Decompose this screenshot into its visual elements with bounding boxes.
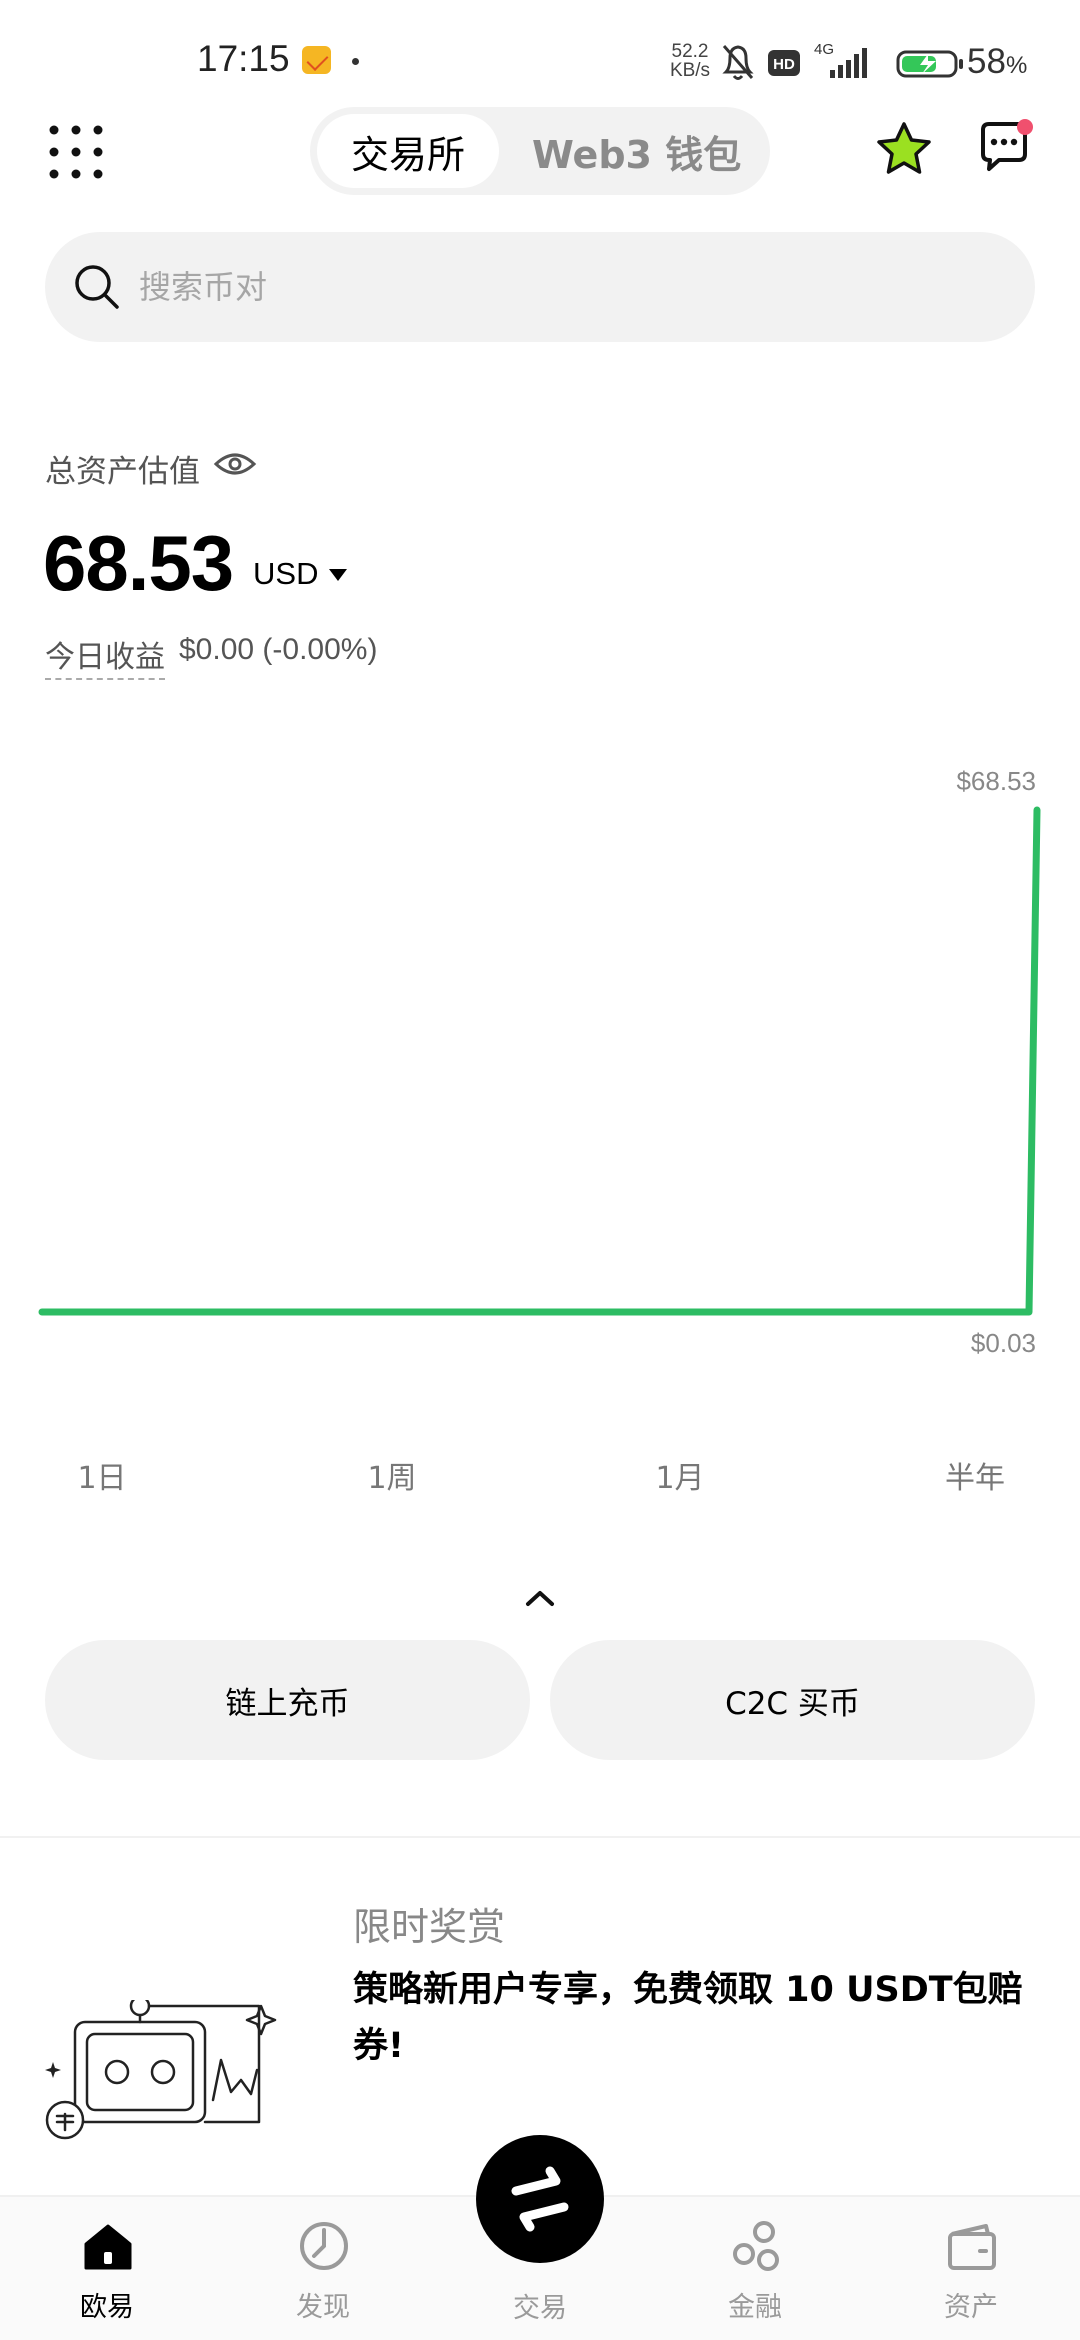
- chart-min-label: $0.03: [970, 1328, 1036, 1358]
- mode-switcher: 交易所 Web3 钱包: [310, 107, 770, 195]
- signal-icon: 4G: [814, 41, 867, 78]
- divider: [0, 1836, 1080, 1838]
- promo-description[interactable]: 策略新用户专享，免费领取 10 USDT包赔券!: [353, 1962, 1043, 2074]
- mail-notification-icon: [302, 46, 331, 74]
- range-tab-1d[interactable]: 1日: [45, 1430, 159, 1520]
- hd-icon: HD: [768, 50, 800, 76]
- battery-level: 58%: [967, 42, 1027, 82]
- wallet-icon: [948, 2224, 996, 2270]
- notification-badge: [1017, 119, 1033, 135]
- today-pnl-value: $0.00 (-0.00%): [179, 633, 378, 666]
- total-assets-label: 总资产估值: [45, 454, 200, 490]
- currency-selector[interactable]: USD: [253, 556, 318, 592]
- svg-text:4G: 4G: [814, 41, 834, 58]
- status-time: 17:15: [197, 38, 290, 79]
- nav-label-trade[interactable]: 交易: [465, 2286, 615, 2325]
- range-tab-1w[interactable]: 1周: [335, 1430, 449, 1520]
- swap-icon: [511, 2166, 569, 2232]
- nav-item-finance[interactable]: 金融: [680, 2220, 830, 2330]
- time-range-tabs: 1日 1周 1月 半年: [45, 1430, 1035, 1520]
- promo-illustration[interactable]: [45, 2000, 315, 2160]
- more-notifications-dot-icon: [352, 58, 359, 65]
- battery-level-value: 58: [967, 42, 1006, 81]
- svg-text:HD: HD: [773, 56, 795, 73]
- search-bar[interactable]: [45, 232, 1035, 342]
- range-tab-1m[interactable]: 1月: [623, 1430, 737, 1520]
- status-icons: HD 4G: [722, 41, 963, 80]
- nav-label-home: 欧易: [80, 2292, 134, 2323]
- onchain-deposit-button[interactable]: 链上充币: [45, 1640, 530, 1760]
- home-icon: [84, 2224, 132, 2270]
- nav-item-home[interactable]: 欧易: [32, 2220, 182, 2330]
- chart-series-line: [38, 806, 1041, 1316]
- nav-label-discover: 发现: [296, 2292, 350, 2323]
- tab-web3-wallet[interactable]: Web3 钱包: [532, 107, 741, 195]
- promo-title: 限时奖赏: [353, 1905, 506, 1949]
- nav-label-finance: 金融: [728, 2292, 782, 2323]
- network-speed-value: 52.2: [671, 41, 709, 62]
- network-speed: 52.2 KB/s: [668, 42, 712, 80]
- search-icon: [75, 265, 119, 309]
- trade-button[interactable]: [476, 2135, 604, 2263]
- range-tab-6m[interactable]: 半年: [915, 1430, 1035, 1520]
- apps-grid-icon[interactable]: [49, 125, 103, 179]
- caret-down-icon[interactable]: [329, 569, 347, 581]
- battery-level-unit: %: [1005, 52, 1028, 79]
- messages-icon[interactable]: [975, 118, 1033, 176]
- network-speed-unit: KB/s: [669, 60, 711, 81]
- status-bar: 17:15 52.2 KB/s HD 4G 58%: [0, 0, 1080, 110]
- mute-bell-icon: [722, 45, 754, 80]
- search-input[interactable]: [139, 232, 999, 342]
- battery-icon: [896, 50, 963, 78]
- nav-item-assets[interactable]: 资产: [896, 2220, 1046, 2330]
- tab-exchange[interactable]: 交易所: [317, 114, 499, 188]
- today-pnl-label[interactable]: 今日收益: [45, 632, 165, 680]
- chevron-up-icon[interactable]: [525, 1588, 555, 1608]
- favorites-star-icon[interactable]: [875, 120, 933, 178]
- total-assets-value: 68.53: [43, 519, 234, 607]
- eye-icon[interactable]: [213, 448, 257, 480]
- c2c-buy-button[interactable]: C2C 买币: [550, 1640, 1035, 1760]
- asset-chart[interactable]: [0, 750, 1080, 1370]
- discover-icon: [300, 2222, 348, 2270]
- nav-label-assets: 资产: [944, 2292, 998, 2323]
- nav-item-discover[interactable]: 发现: [248, 2220, 398, 2330]
- finance-icon: [733, 2221, 779, 2271]
